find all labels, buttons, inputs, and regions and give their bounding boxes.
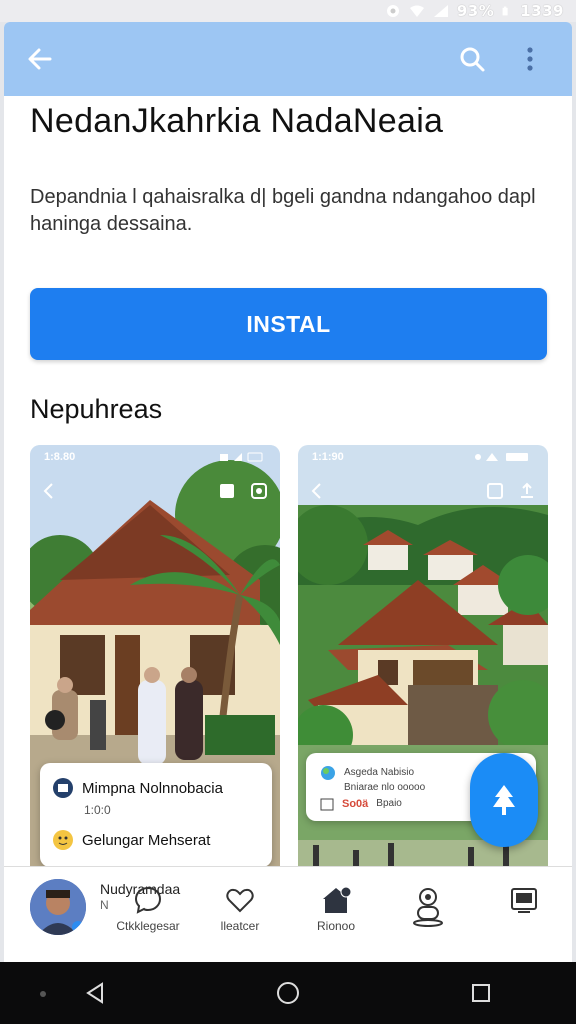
battery-percent: 93% <box>456 2 495 20</box>
status-time: 1339 <box>520 2 564 20</box>
chat-icon <box>134 886 162 914</box>
nav-label-chat: Ctkklegesar <box>116 919 180 933</box>
system-recents-icon[interactable] <box>470 982 492 1004</box>
upload-icon <box>521 482 533 498</box>
nav-item-favorites[interactable]: lleatcer <box>200 885 280 933</box>
screenshot-time: 1:8.80 <box>44 451 76 463</box>
share-icon <box>251 483 267 499</box>
frame-icon <box>487 483 503 499</box>
app-bar <box>4 22 572 96</box>
square-icon <box>220 484 234 498</box>
globe-icon <box>321 766 335 780</box>
gallery-icon <box>511 888 537 913</box>
screenshot-signal-icon-2 <box>475 453 528 461</box>
install-button[interactable]: INSTAL <box>30 288 547 360</box>
battery-icon <box>502 6 508 16</box>
nav-item-chat[interactable]: Ctkklegesar <box>108 885 188 933</box>
screenshot-toolbar <box>42 477 268 505</box>
listing-2-title: Asgeda Nabisio <box>344 767 415 778</box>
robot-icon <box>413 888 443 927</box>
system-home-icon[interactable] <box>275 980 301 1006</box>
back-button[interactable] <box>20 39 60 79</box>
tree-icon <box>493 785 515 815</box>
listing-2-price: So0ä <box>342 798 369 810</box>
emoji-icon <box>53 830 73 850</box>
app-window: NedanJkahrkia NadaNeaia Depandnia l qaha… <box>4 22 572 962</box>
listing-time: 1:0:0 <box>84 803 111 817</box>
app-description: Depandnia l qahaisralka d| bgeli gandna … <box>30 186 536 235</box>
listing-2-subtitle: Bniarae nlo ooooo <box>344 782 426 793</box>
search-icon <box>460 47 485 72</box>
signal-icon <box>433 5 448 17</box>
nav-label-favorites: lleatcer <box>220 919 260 933</box>
screenshot-time-2: 1:1:90 <box>312 451 344 463</box>
screenshots-section-title: Nepuhreas <box>30 394 163 424</box>
arrow-left-icon <box>28 48 52 70</box>
chevron-left-icon <box>311 483 321 499</box>
nav-item-assistant[interactable] <box>388 885 468 927</box>
system-dot <box>40 991 46 997</box>
badge-icon <box>53 778 73 798</box>
home-icon <box>323 886 352 913</box>
screenshot-1[interactable]: 1:8.80 Mimpna Nolnnobacia 1:0:0 Gelungar… <box>30 445 280 885</box>
chevron-left-icon <box>43 483 53 499</box>
system-navigation-bar <box>0 962 576 1024</box>
system-back-icon[interactable] <box>84 981 106 1005</box>
calendar-icon <box>320 798 334 811</box>
listing-card-1[interactable]: Mimpna Nolnnobacia 1:0:0 Gelungar Mehser… <box>40 763 272 867</box>
avatar[interactable] <box>30 879 86 935</box>
wifi-icon <box>409 5 424 17</box>
screenshot-toolbar-2 <box>310 477 536 505</box>
listing-subtitle: Gelungar Mehserat <box>82 831 211 849</box>
nav-item-gallery[interactable] <box>484 885 564 915</box>
search-button[interactable] <box>452 39 492 79</box>
listing-2-detail: Bpaio <box>376 798 402 809</box>
app-title: NedanJkahrkia NadaNeaia <box>30 102 444 140</box>
floating-action-button[interactable] <box>470 753 538 847</box>
screenshot-signal-icon <box>220 452 263 462</box>
user-avatar-image <box>30 879 86 935</box>
more-vert-icon <box>527 47 533 71</box>
bottom-navigation: Nudyramdaa N Ctkklegesar lleatcer Rionoo <box>4 866 572 962</box>
status-bar: 93% 1339 <box>0 0 576 22</box>
screenshot-status-bar: 1:8.80 <box>30 445 280 469</box>
nav-label-home: Rionoo <box>316 919 356 933</box>
screenshot-status-bar-2: 1:1:90 <box>298 445 548 469</box>
location-icon <box>386 5 399 17</box>
more-options-button[interactable] <box>510 39 550 79</box>
heart-icon <box>226 888 254 913</box>
listing-title: Mimpna Nolnnobacia <box>82 779 223 797</box>
nav-item-home[interactable]: Rionoo <box>296 885 376 933</box>
